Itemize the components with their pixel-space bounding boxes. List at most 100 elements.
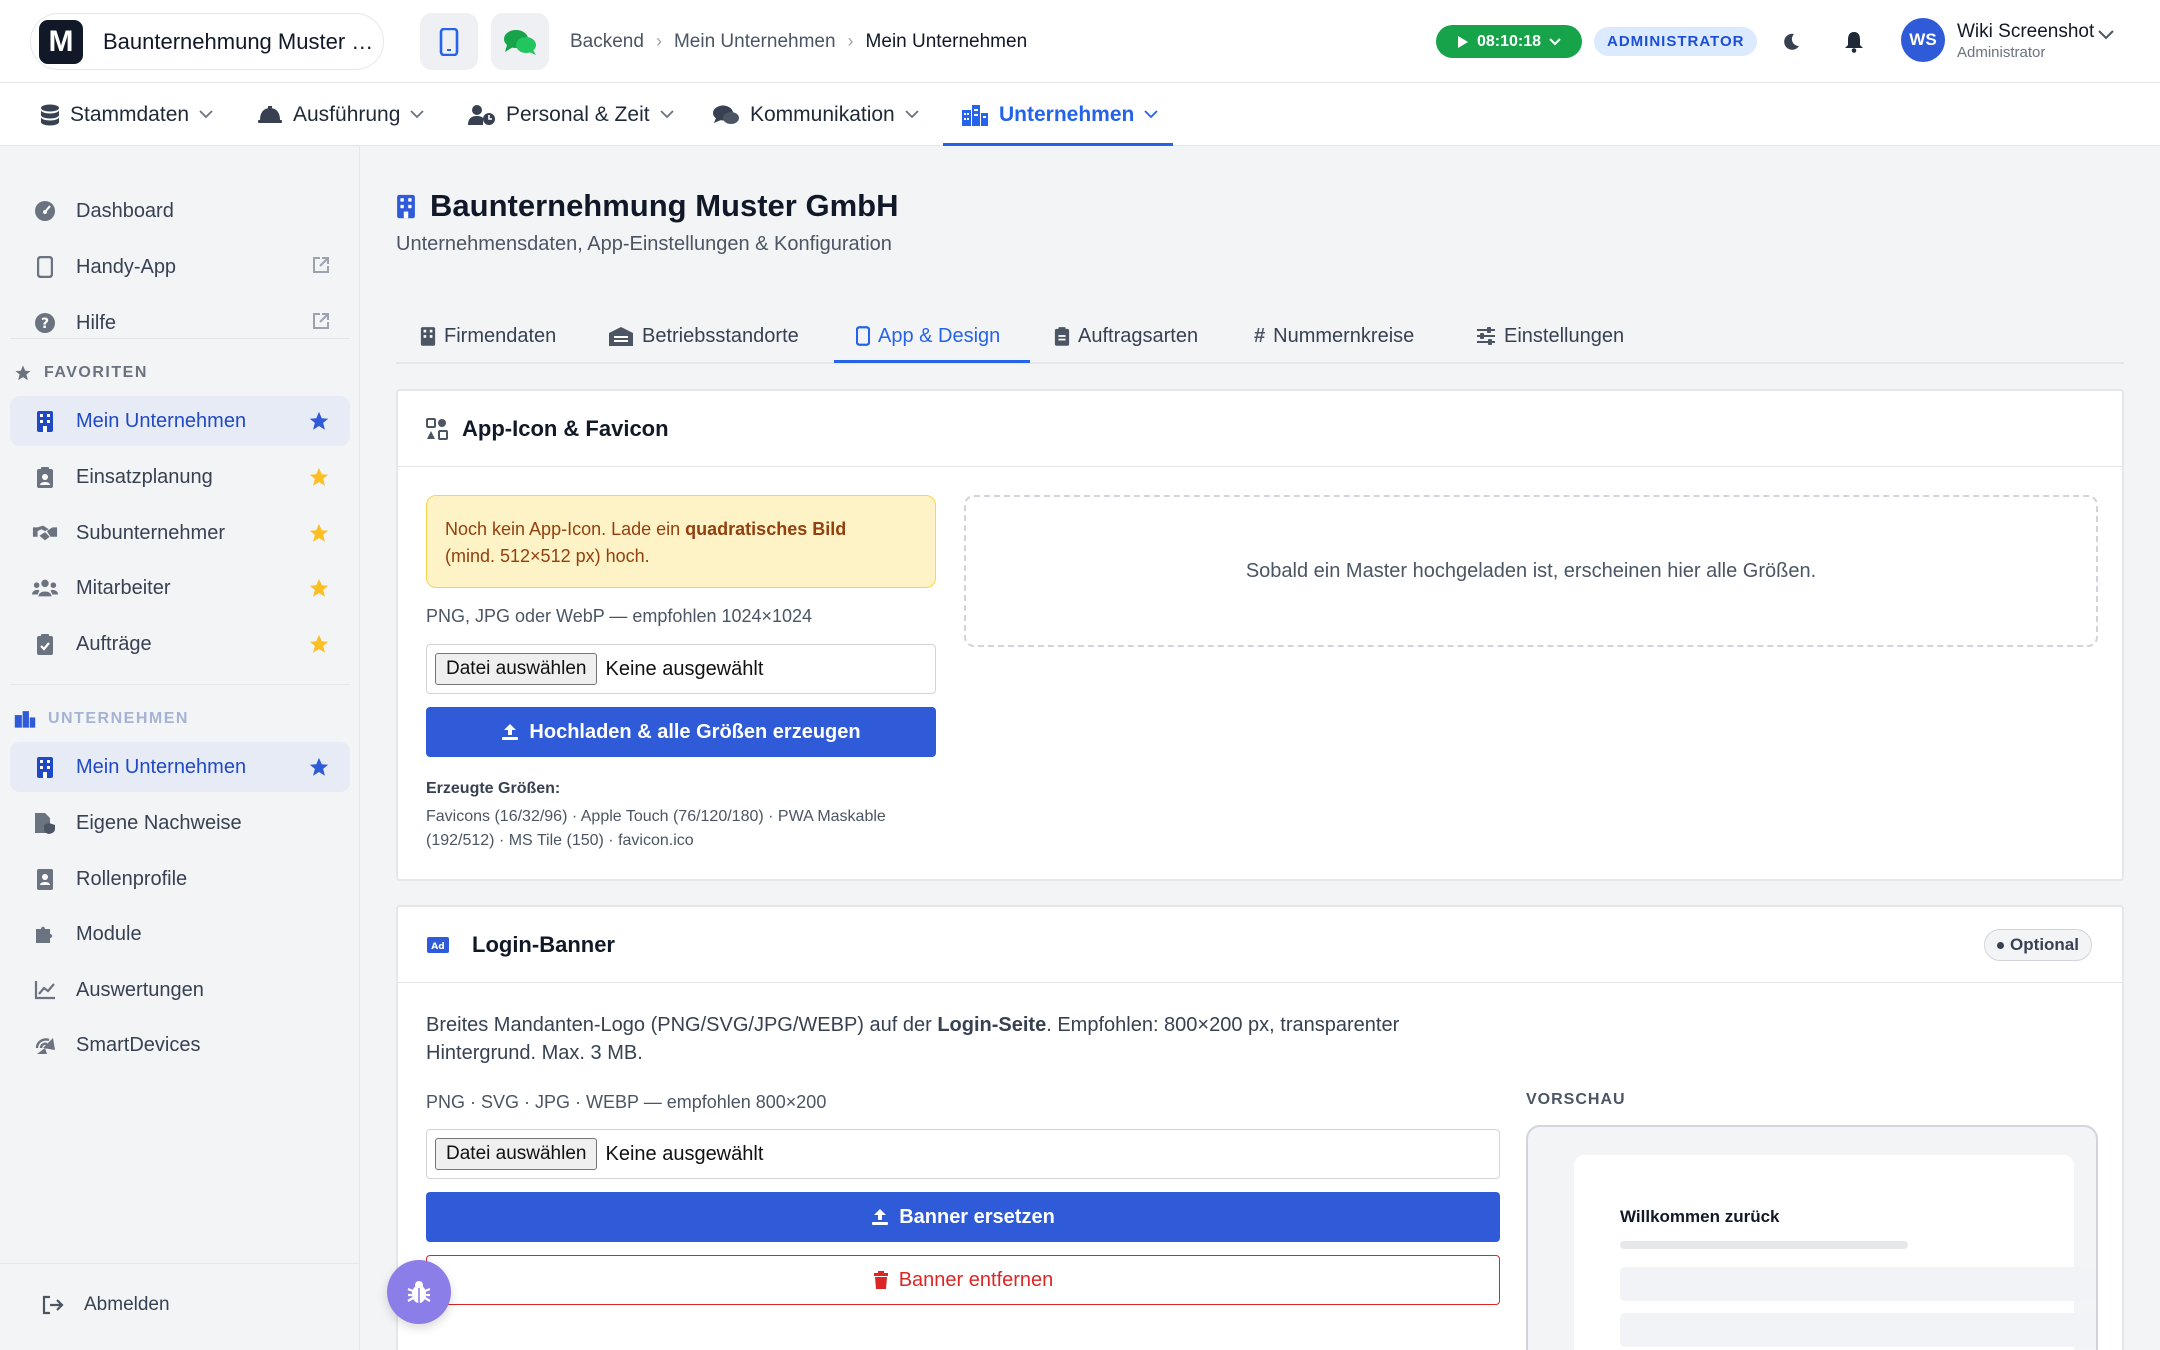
file-status: Keine ausgewählt — [605, 657, 764, 680]
preview-title: Willkommen zurück — [1620, 1207, 1780, 1226]
gauge-icon — [35, 201, 55, 221]
sidebar-item-dashboard[interactable]: Dashboard — [10, 186, 350, 236]
nav-unternehmen[interactable]: Unternehmen — [961, 83, 1158, 146]
clipboard-user-icon — [37, 467, 53, 488]
remove-banner-button[interactable]: Banner entfernen — [426, 1255, 1500, 1305]
chevron-down-icon[interactable] — [2098, 30, 2114, 40]
mobile-icon — [37, 256, 53, 278]
sliders-icon — [1477, 327, 1495, 345]
breadcrumb-backend[interactable]: Backend — [570, 31, 644, 53]
user-clock-icon — [468, 104, 495, 125]
comments-icon — [713, 105, 739, 124]
sidebar-divider — [0, 1263, 360, 1264]
tab-nummernkreise[interactable]: # Nummernkreise — [1254, 310, 1414, 362]
logout-button[interactable]: Abmelden — [42, 1294, 170, 1316]
sidebar-divider — [10, 338, 350, 339]
sidebar-item-auswertungen[interactable]: Auswertungen — [10, 965, 350, 1015]
breadcrumb-company[interactable]: Mein Unternehmen — [674, 31, 836, 53]
sidebar-item-label: Mitarbeiter — [76, 576, 171, 599]
building-icon — [397, 194, 415, 219]
main-nav: Stammdaten Ausführung Personal & Zeit Ko… — [0, 83, 2160, 146]
chevron-down-icon — [1549, 37, 1561, 45]
svg-text:Ad: Ad — [431, 942, 444, 952]
tab-app-design[interactable]: App & Design — [856, 310, 1000, 362]
mobile-app-button[interactable] — [420, 13, 478, 70]
sidebar-item-fav-einsatzplanung[interactable]: Einsatzplanung — [10, 452, 350, 502]
sidebar-item-module[interactable]: Module — [10, 909, 350, 959]
page-title: Baunternehmung Muster GmbH — [430, 188, 899, 223]
dark-mode-toggle[interactable] — [1773, 24, 1809, 60]
sidebar-item-fav-subunternehmer[interactable]: Subunternehmer — [10, 508, 350, 558]
sidebar-item-handy-app[interactable]: Handy-App — [10, 242, 350, 292]
chart-line-icon — [34, 981, 55, 1000]
sidebar-item-label: Einsatzplanung — [76, 465, 213, 488]
chat-button[interactable] — [491, 13, 549, 70]
nav-label: Stammdaten — [70, 102, 190, 126]
building-icon — [420, 327, 436, 346]
breadcrumb-current: Mein Unternehmen — [865, 30, 1028, 52]
chevron-down-icon — [1144, 110, 1158, 119]
time-tracker-button[interactable]: 08:10:18 — [1436, 25, 1582, 58]
sidebar-item-fav-mein-unternehmen[interactable]: Mein Unternehmen — [10, 396, 350, 446]
sidebar-item-mein-unternehmen[interactable]: Mein Unternehmen — [10, 742, 350, 792]
star-icon[interactable] — [308, 633, 330, 655]
sidebar-item-hilfe[interactable]: ? Hilfe — [10, 298, 350, 348]
nav-ausfuehrung[interactable]: Ausführung — [257, 83, 425, 146]
star-icon[interactable] — [308, 410, 330, 432]
sidebar-item-label: Aufträge — [76, 632, 152, 655]
sidebar-item-label: Handy-App — [76, 255, 177, 278]
star-icon[interactable] — [308, 466, 330, 488]
sidebar-item-label: Module — [76, 922, 142, 945]
tab-betriebsstandorte[interactable]: Betriebsstandorte — [608, 310, 799, 362]
chevron-down-icon — [199, 110, 213, 119]
sidebar-item-eigene-nachweise[interactable]: Eigene Nachweise — [10, 798, 350, 848]
sidebar-item-fav-auftraege[interactable]: Aufträge — [10, 619, 350, 669]
sizes-list: Favicons (16/32/96) · Apple Touch (76/12… — [426, 808, 886, 849]
tab-auftragsarten[interactable]: Auftragsarten — [1054, 310, 1198, 362]
bug-icon — [407, 1281, 431, 1303]
app-icon-card: App-Icon & Favicon Noch kein App-Icon. L… — [396, 389, 2124, 881]
replace-banner-button[interactable]: Banner ersetzen — [426, 1192, 1500, 1242]
sidebar-item-label: Mein Unternehmen — [76, 409, 247, 432]
mobile-icon — [439, 27, 459, 56]
nav-label: Personal & Zeit — [506, 102, 650, 126]
handshake-icon — [32, 525, 58, 541]
nav-stammdaten[interactable]: Stammdaten — [40, 83, 213, 146]
sidebar-divider — [10, 684, 350, 685]
star-icon[interactable] — [308, 577, 330, 599]
sidebar-item-fav-mitarbeiter[interactable]: Mitarbeiter — [10, 563, 350, 613]
banner-description: Breites Mandanten-Logo (PNG/SVG/JPG/WEBP… — [426, 1014, 1400, 1064]
sidebar-item-label: Hilfe — [76, 311, 117, 334]
star-icon[interactable] — [308, 522, 330, 544]
nav-label: Ausführung — [293, 102, 401, 126]
choose-file-button[interactable]: Datei auswählen — [435, 1138, 598, 1170]
notifications-button[interactable] — [1836, 24, 1872, 60]
file-format-hint: PNG, JPG oder WebP — empfohlen 1024×1024 — [426, 606, 813, 626]
banner-file-input[interactable]: Datei auswählen Keine ausgewählt — [426, 1129, 1500, 1179]
company-logo: M — [39, 19, 83, 64]
nav-kommunikation[interactable]: Kommunikation — [712, 83, 919, 146]
svg-text:?: ? — [41, 316, 49, 332]
icon-file-input[interactable]: Datei auswählen Keine ausgewählt — [426, 644, 936, 694]
card-title: App-Icon & Favicon — [462, 415, 669, 441]
preview-input-placeholder — [1620, 1267, 2096, 1301]
upload-icon-button[interactable]: Hochladen & alle Größen erzeugen — [426, 707, 936, 757]
external-link-icon — [313, 313, 329, 329]
sidebar-heading-unternehmen: UNTERNEHMEN — [14, 710, 189, 728]
star-icon[interactable] — [308, 756, 330, 778]
nav-personal-zeit[interactable]: Personal & Zeit — [468, 83, 674, 146]
moon-icon — [1784, 33, 1799, 50]
choose-file-button[interactable]: Datei auswählen — [435, 653, 598, 685]
company-name: Baunternehmung Muster G... — [103, 28, 378, 54]
no-icon-warning: Noch kein App-Icon. Lade ein quadratisch… — [426, 495, 936, 588]
sidebar-item-smartdevices[interactable]: SmartDevices — [10, 1020, 350, 1070]
company-switcher[interactable]: M Baunternehmung Muster G... — [30, 13, 384, 70]
bug-report-button[interactable] — [387, 1260, 451, 1324]
tab-einstellungen[interactable]: Einstellungen — [1476, 310, 1624, 362]
sidebar-item-rollenprofile[interactable]: Rollenprofile — [10, 854, 350, 904]
mobile-icon — [856, 326, 870, 346]
user-name[interactable]: Wiki Screenshot — [1957, 21, 2094, 43]
helmet-icon — [258, 105, 282, 123]
tab-firmendaten[interactable]: Firmendaten — [420, 310, 556, 362]
avatar[interactable]: WS — [1901, 18, 1945, 62]
